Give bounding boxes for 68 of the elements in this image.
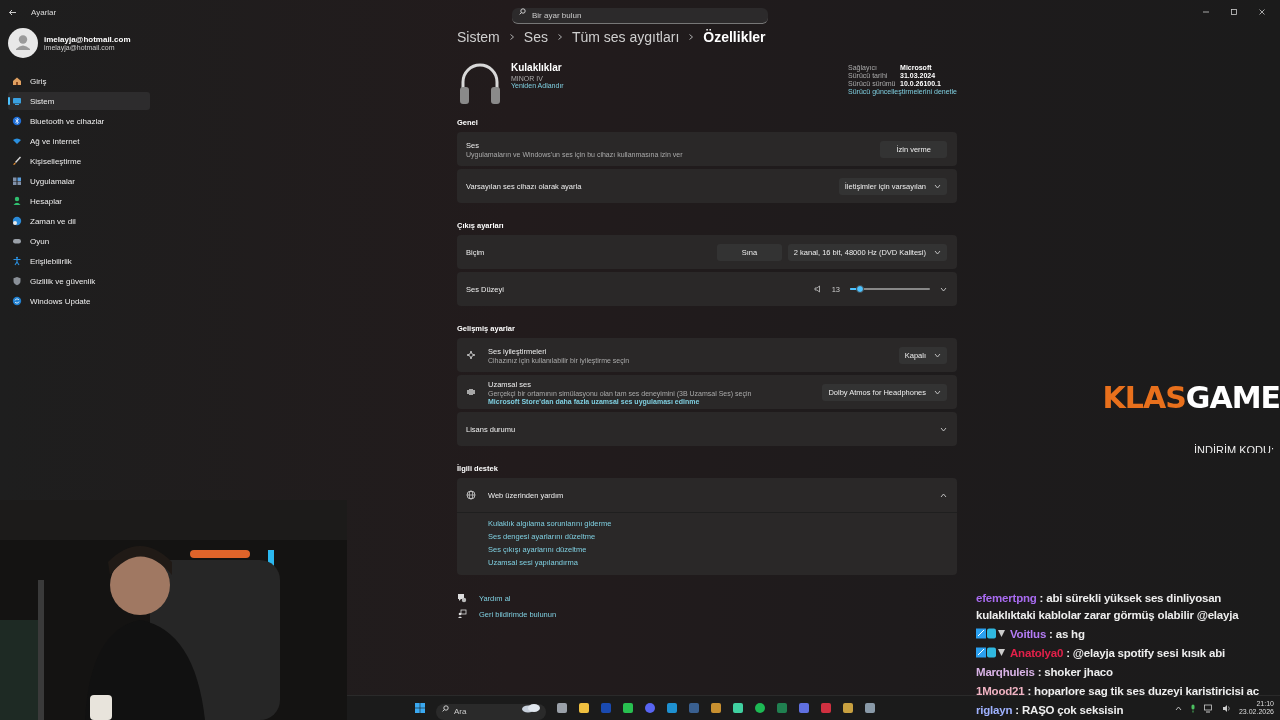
search-icon [519,8,526,15]
controller-icon [12,236,22,246]
chevron-right-icon [508,33,515,41]
globe-icon [466,490,476,500]
chevron-down-icon[interactable] [940,286,947,292]
breadcrumb-link[interactable]: Tüm ses aygıtları [571,29,680,45]
monitor-icon [12,96,22,106]
help-chat-icon [457,593,467,603]
speaker-icon[interactable] [813,285,822,293]
microphone-icon[interactable] [1189,703,1196,713]
refresh-icon [12,296,22,306]
avatar-icon [8,28,38,58]
sidebar-item[interactable]: Erişilebilirlik [8,252,150,270]
volume-icon[interactable] [1221,703,1231,713]
home-icon [12,76,22,86]
chevron-down-icon [934,389,941,395]
chevron-up-icon[interactable] [940,492,947,498]
breadcrumb-current: Özellikler [703,29,766,45]
breadcrumb-link[interactable]: Sistem [457,29,500,45]
chevron-right-icon [688,33,695,41]
logo-text: KLASGAME [1102,380,1280,415]
sidebar-item[interactable]: Gizlilik ve güvenlik [8,272,150,290]
brush-icon [12,156,22,166]
account-name: imelayja@hotmail.com [44,35,131,44]
sidebar-item[interactable]: Oyun [8,232,150,250]
sidebar-item[interactable]: Bluetooth ve cihazlar [8,112,150,130]
chevron-right-icon [556,33,563,41]
feedback-icon [457,609,467,619]
sidebar-item[interactable]: Giriş [8,72,150,90]
chat-message: efemertpng : abi sürekli yüksek ses dinliyosan kulaklıktaki kablolar zarar görmüş olabilir @elayja [976,592,1239,621]
sidebar-item[interactable]: Sistem [8,92,150,110]
sidebar-item[interactable]: Ağ ve internet [8,132,150,150]
sidebar-item[interactable]: Windows Update [8,292,150,310]
chat-message: Marqhuleis : shoker jhaco [976,666,1113,678]
minimize-icon[interactable] [1202,8,1210,16]
slider-thumb[interactable] [856,285,865,293]
device-name: Kulaklıklar [511,62,563,73]
sidebar-item[interactable]: Kişiselleştirme [8,152,150,170]
wifi-icon [12,136,22,146]
sidebar-item[interactable]: Zaman ve dil [8,212,150,230]
chat-message: riglayn : RAŞO çok seksisin [976,704,1124,716]
search-icon [442,704,449,712]
chevron-down-icon[interactable] [940,426,947,432]
close-icon[interactable] [1258,8,1266,16]
chevron-down-icon [934,249,941,255]
shield-icon [12,276,22,286]
sparkle-icon [466,350,476,360]
search-field[interactable]: Bir ayar bulun [512,8,768,24]
back-arrow-icon[interactable] [8,8,17,16]
network-icon[interactable] [1203,703,1214,713]
sidebar-item[interactable]: Uygulamalar [8,172,150,190]
bluetooth-icon [12,116,22,126]
maximize-icon[interactable] [1230,8,1238,16]
person-icon [12,196,22,206]
apps-icon [12,176,22,186]
chat-message: Voitlus : as hg [1010,628,1085,640]
caret-up-icon[interactable] [1174,705,1182,711]
window-title: Ayarlar [31,7,57,17]
chevron-down-icon [934,183,941,189]
chat-message: 1Mood21 : hoparlore sag tik ses duzeyi karistiricisi ac [976,685,1259,697]
accessibility-icon [12,256,22,266]
start-icon[interactable] [414,702,426,714]
breadcrumb-link[interactable]: Ses [523,29,548,45]
sidebar-item[interactable]: Hesaplar [8,192,150,210]
chat-message: Anatolya0 : @elayja spotify sesi kısık abi [1010,647,1226,659]
taskbar-search[interactable]: Ara [436,703,546,720]
cloud-icon [520,703,542,713]
chevron-down-icon [934,352,941,358]
